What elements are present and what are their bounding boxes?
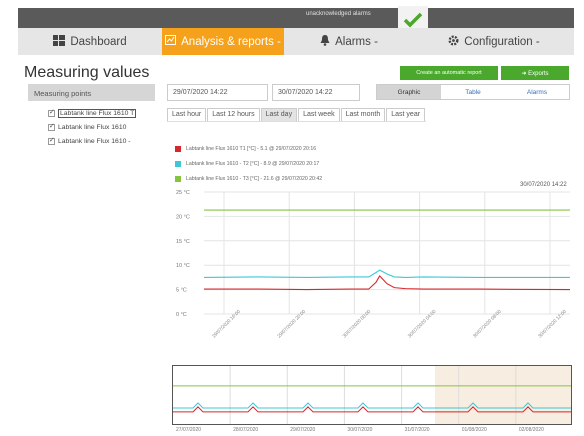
legend-item[interactable]: Labtank line Flux 1610 - T3 [°C] - 21.6 … bbox=[175, 171, 565, 186]
nav-analysis-label: Analysis & reports - bbox=[181, 35, 281, 48]
range-last-year[interactable]: Last year bbox=[386, 108, 426, 121]
x-tick-label: 29/07/2020 20:00 bbox=[276, 309, 307, 340]
chart-timestamp: 30/07/2020 14:22 bbox=[520, 182, 567, 188]
navigator-date-label: 27/07/2020 bbox=[176, 427, 202, 433]
y-tick-label: 5 °C bbox=[176, 288, 187, 294]
navigator-date-label: 31/07/2020 bbox=[404, 427, 430, 433]
y-tick-label: 25 °C bbox=[176, 190, 190, 196]
range-last-12-hours[interactable]: Last 12 hours bbox=[207, 108, 260, 121]
nav-analysis-reports[interactable]: Analysis & reports - bbox=[162, 28, 284, 55]
nav-alarms-label: Alarms - bbox=[335, 35, 378, 48]
range-last-month[interactable]: Last month bbox=[340, 108, 386, 121]
navigator-date-label: 30/07/2020 bbox=[347, 427, 373, 433]
legend-swatch bbox=[175, 160, 181, 167]
x-tick-label: 30/07/2020 08:00 bbox=[472, 309, 503, 340]
gear-icon bbox=[448, 35, 459, 49]
series-line[interactable] bbox=[203, 269, 570, 278]
y-tick-label: 10 °C bbox=[176, 263, 190, 269]
dashboard-icon bbox=[53, 34, 66, 49]
navigator-chart[interactable] bbox=[172, 365, 572, 425]
legend-label: Labtank line Flux 1610 - T3 [°C] - 21.6 … bbox=[186, 175, 323, 182]
chart-legend: Labtank line Flux 1610 T1 [°C] - 5.1 @ 2… bbox=[175, 141, 565, 186]
nav-alarms[interactable]: Alarms - bbox=[284, 28, 414, 55]
date-from-field[interactable]: 29/07/2020 14:22 bbox=[167, 84, 268, 101]
nav-configuration[interactable]: Configuration - bbox=[414, 28, 574, 55]
legend-swatch bbox=[175, 145, 181, 152]
legend-swatch bbox=[175, 175, 181, 182]
legend-label: Labtank line Flux 1610 T1 [°C] - 5.1 @ 2… bbox=[186, 145, 317, 152]
main-nav: Dashboard Analysis & reports - Alarms - … bbox=[18, 28, 574, 55]
page-title: Measuring values bbox=[24, 64, 150, 81]
view-table-button[interactable]: Table bbox=[441, 85, 505, 99]
legend-item[interactable]: Labtank line Flux 1610 T1 [°C] - 5.1 @ 2… bbox=[175, 141, 565, 156]
main-chart[interactable]: 25 °C 20 °C 15 °C 10 °C 5 °C 0 °C 29/07/2020 1… bbox=[160, 190, 572, 360]
range-last-week[interactable]: Last week bbox=[298, 108, 340, 121]
nav-dashboard-label: Dashboard bbox=[70, 35, 127, 48]
point-checkbox[interactable] bbox=[48, 108, 55, 117]
create-automatic-report-button[interactable]: Create an automatic report bbox=[400, 66, 498, 80]
x-tick-label: 30/07/2020 00:00 bbox=[342, 309, 373, 340]
y-tick-label: 15 °C bbox=[176, 239, 190, 245]
nav-configuration-label: Configuration - bbox=[464, 35, 540, 48]
navigator-date-label: 28/07/2020 bbox=[233, 427, 259, 433]
navigator-date-label: 29/07/2020 bbox=[290, 427, 316, 433]
y-tick-label: 0 °C bbox=[176, 312, 187, 318]
point-checkbox[interactable] bbox=[48, 122, 55, 131]
navigator-shade[interactable] bbox=[435, 366, 572, 425]
range-last-day[interactable]: Last day bbox=[260, 108, 298, 121]
y-tick-label: 20 °C bbox=[176, 214, 190, 220]
x-tick-label: 30/07/2020 04:00 bbox=[407, 309, 438, 340]
view-toggle: Graphic Table Alarms bbox=[376, 84, 570, 100]
range-tabs: Last hour Last 12 hours Last day Last we… bbox=[167, 108, 427, 122]
legend-label: Labtank line Flux 1610 - T2 [°C] - 8.9 @… bbox=[186, 160, 320, 167]
point-label: Labtank line Flux 1610 bbox=[58, 123, 127, 131]
top-bar: unacknowledged alarms bbox=[18, 6, 574, 34]
x-tick-label: 30/07/2020 12:00 bbox=[537, 309, 568, 340]
point-checkbox[interactable] bbox=[48, 136, 55, 145]
measuring-point-item[interactable]: Labtank line Flux 1610 T bbox=[28, 106, 155, 120]
navigator-date-label: 01/08/2020 bbox=[461, 427, 487, 433]
chart-icon bbox=[165, 35, 177, 48]
measuring-point-item[interactable]: Labtank line Flux 1610 - bbox=[28, 134, 155, 148]
series-line[interactable] bbox=[204, 275, 571, 291]
date-to-field[interactable]: 30/07/2020 14:22 bbox=[272, 84, 360, 101]
exports-button[interactable]: ➜ Exports bbox=[501, 66, 569, 80]
x-tick-label: 29/07/2020 16:00 bbox=[211, 309, 242, 340]
bell-icon bbox=[320, 34, 330, 49]
unacknowledged-alarms-label[interactable]: unacknowledged alarms bbox=[306, 11, 371, 17]
measuring-points-header: Measuring points bbox=[28, 84, 155, 101]
view-alarms-button[interactable]: Alarms bbox=[505, 85, 569, 99]
navigator-date-label: 02/08/2020 bbox=[518, 427, 544, 433]
measuring-points-list: Labtank line Flux 1610 T Labtank line Fl… bbox=[28, 106, 155, 148]
check-icon bbox=[403, 12, 423, 28]
view-graphic-button[interactable]: Graphic bbox=[377, 85, 441, 99]
nav-dashboard[interactable]: Dashboard bbox=[18, 28, 162, 55]
measuring-point-item[interactable]: Labtank line Flux 1610 bbox=[28, 120, 155, 134]
legend-item[interactable]: Labtank line Flux 1610 - T2 [°C] - 8.9 @… bbox=[175, 156, 565, 171]
point-label: Labtank line Flux 1610 - bbox=[58, 137, 131, 145]
point-label: Labtank line Flux 1610 T bbox=[58, 108, 137, 118]
range-last-hour[interactable]: Last hour bbox=[167, 108, 207, 121]
